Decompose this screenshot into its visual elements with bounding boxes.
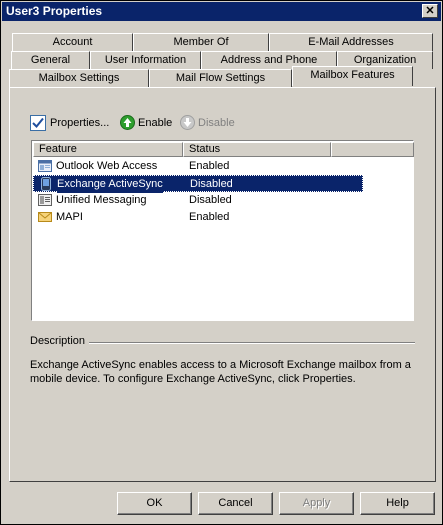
tab-mailbox-features[interactable]: Mailbox Features	[292, 66, 413, 86]
cancel-button[interactable]: Cancel	[198, 492, 273, 515]
description-heading: Description	[30, 335, 86, 347]
list-row[interactable]: Outlook Web Access Enabled	[33, 158, 363, 175]
tab-mailbox-settings[interactable]: Mailbox Settings	[9, 69, 149, 87]
feature-list[interactable]: Feature Status Outlook Web Access Enable…	[31, 140, 414, 321]
button-label: Apply	[302, 497, 331, 509]
column-header-filler	[331, 142, 414, 157]
tab-label: Mail Flow Settings	[175, 72, 266, 84]
tab-label: General	[30, 54, 71, 66]
feature-name: Exchange ActiveSync	[57, 176, 163, 193]
mobile-device-icon	[39, 177, 53, 191]
tab-mail-flow-settings[interactable]: Mail Flow Settings	[149, 69, 292, 87]
disable-button[interactable]: Disable	[180, 114, 240, 132]
enable-button[interactable]: Enable	[120, 114, 174, 132]
tab-label: E-Mail Addresses	[308, 36, 394, 48]
tab-label: User Information	[104, 54, 187, 66]
apply-button[interactable]: Apply	[279, 492, 354, 515]
enable-label: Enable	[138, 117, 173, 129]
tab-user-information[interactable]: User Information	[90, 51, 201, 69]
list-row[interactable]: MAPI Enabled	[33, 209, 363, 226]
disable-label: Disable	[198, 117, 235, 129]
feature-status: Disabled	[190, 178, 233, 190]
window-title: User3 Properties	[6, 4, 103, 18]
properties-label: Properties...	[50, 117, 110, 129]
help-button[interactable]: Help	[360, 492, 435, 515]
tab-email-addresses[interactable]: E-Mail Addresses	[269, 33, 433, 51]
tab-label: Mailbox Settings	[38, 72, 120, 84]
enable-arrow-icon	[120, 115, 135, 130]
column-header-status[interactable]: Status	[183, 142, 331, 157]
feature-status: Disabled	[189, 194, 232, 206]
button-label: Help	[386, 497, 409, 509]
description-line: Exchange ActiveSync enables access to a …	[30, 359, 411, 371]
feature-name: MAPI	[56, 211, 83, 223]
close-icon: ✕	[425, 5, 435, 17]
mapi-envelope-icon	[38, 210, 52, 224]
list-row-selected[interactable]: Exchange ActiveSync Disabled	[33, 175, 363, 193]
list-header: Feature Status	[33, 142, 414, 157]
tab-account[interactable]: Account	[12, 33, 133, 51]
tab-member-of[interactable]: Member Of	[133, 33, 269, 51]
tab-label: Mailbox Features	[310, 69, 395, 81]
outlook-web-access-icon	[38, 159, 52, 173]
close-button[interactable]: ✕	[422, 4, 438, 18]
description-line: mobile device. To configure Exchange Act…	[30, 373, 356, 385]
properties-icon	[30, 115, 46, 131]
list-row[interactable]: Unified Messaging Disabled	[33, 192, 363, 209]
feature-name: Unified Messaging	[56, 194, 147, 206]
column-label: Status	[189, 143, 221, 155]
description-divider	[89, 342, 415, 344]
disable-arrow-icon	[180, 115, 195, 130]
tab-label: Account	[52, 36, 93, 48]
tab-label: Organization	[353, 54, 417, 66]
properties-button[interactable]: Properties...	[30, 114, 114, 132]
button-label: OK	[146, 497, 163, 509]
feature-status: Enabled	[189, 211, 230, 223]
button-label: Cancel	[218, 497, 253, 509]
tab-general[interactable]: General	[11, 51, 90, 69]
properties-dialog: User3 Properties ✕ Account Member Of E-M…	[0, 0, 443, 525]
feature-status: Enabled	[189, 160, 230, 172]
column-header-feature[interactable]: Feature	[33, 142, 183, 157]
tab-label: Member Of	[173, 36, 229, 48]
column-label: Feature	[39, 143, 77, 155]
unified-messaging-icon	[38, 193, 52, 207]
ok-button[interactable]: OK	[117, 492, 192, 515]
feature-name: Outlook Web Access	[56, 160, 158, 172]
description-text: Exchange ActiveSync enables access to a …	[30, 358, 420, 386]
title-bar[interactable]: User3 Properties ✕	[2, 2, 441, 21]
tab-label: Address and Phone	[220, 54, 318, 66]
